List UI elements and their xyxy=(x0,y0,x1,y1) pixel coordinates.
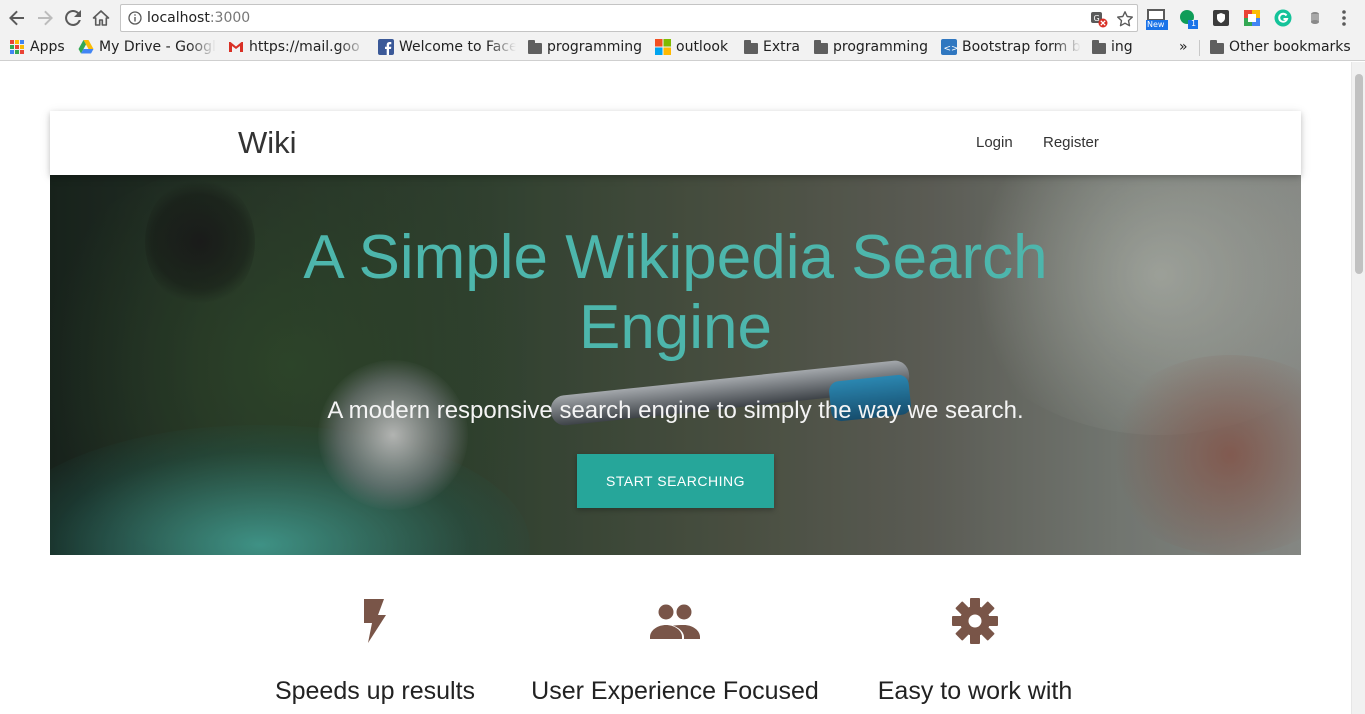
chat-count-badge: 1 xyxy=(1191,19,1197,28)
bookmark-label: Welcome to Face xyxy=(399,39,516,55)
bookmark-bootstrap-form[interactable]: <> Bootstrap form b xyxy=(941,37,1081,57)
bookmark-gmail[interactable]: https://mail.goo xyxy=(228,37,366,57)
folder-icon xyxy=(814,39,828,54)
bookmark-label: Apps xyxy=(30,39,65,55)
reload-button[interactable] xyxy=(62,7,84,29)
hero-subtitle: A modern responsive search engine to sim… xyxy=(327,397,1024,424)
brand-logo[interactable]: Wiki xyxy=(238,125,297,161)
google-drive-icon xyxy=(78,40,94,54)
hero-title: A Simple Wikipedia Search Engine xyxy=(303,223,1048,362)
url-text: localhost:3000 xyxy=(147,10,250,26)
register-link[interactable]: Register xyxy=(1043,134,1099,151)
bookmark-label: ing xyxy=(1111,39,1133,55)
colorful-extension-button[interactable] xyxy=(1242,8,1262,28)
folder-icon xyxy=(528,39,542,54)
shield-extension-button[interactable] xyxy=(1211,8,1231,28)
page-scrollbar[interactable] xyxy=(1351,62,1365,714)
gmail-icon xyxy=(229,42,243,52)
bookmark-folder-programming-2[interactable]: programming xyxy=(814,37,932,57)
svg-text:<>: <> xyxy=(944,44,958,54)
bookmark-label: programming xyxy=(547,39,643,55)
bootstrap-icon: <> xyxy=(941,39,957,55)
grey-extension-button[interactable] xyxy=(1305,8,1325,28)
url-port: :3000 xyxy=(209,10,251,26)
address-bar[interactable]: localhost:3000 G xyxy=(120,4,1138,32)
more-vertical-icon xyxy=(1342,10,1346,26)
url-host: localhost xyxy=(147,10,210,26)
info-icon[interactable] xyxy=(128,11,142,25)
bookmark-outlook[interactable]: outlook xyxy=(655,37,735,57)
page-viewport: Wiki Login Register A Simple Wikipedia S… xyxy=(0,62,1351,714)
feature-speed: Speeds up results xyxy=(225,597,525,705)
bookmark-label: outlook xyxy=(676,39,729,55)
microsoft-icon xyxy=(655,39,671,55)
flash-icon xyxy=(364,599,386,643)
browser-toolbar: localhost:3000 G New 1 xyxy=(0,0,1365,35)
login-link[interactable]: Login xyxy=(976,134,1013,151)
overflow-chevron: » xyxy=(1179,39,1188,55)
bookmark-label: https://mail.goo xyxy=(249,39,360,55)
bookmark-apps[interactable]: Apps xyxy=(9,37,69,57)
site-navbar: Wiki Login Register xyxy=(50,111,1301,175)
cylinder-icon xyxy=(1311,12,1319,24)
scrollbar-thumb[interactable] xyxy=(1355,74,1363,274)
facebook-icon xyxy=(378,39,394,55)
reload-icon xyxy=(65,9,81,26)
grammarly-icon xyxy=(1274,9,1292,27)
folder-icon xyxy=(1092,39,1106,54)
translate-blocked-icon[interactable]: G xyxy=(1090,10,1108,28)
bookmarks-divider xyxy=(1199,40,1200,56)
feature-user-experience: User Experience Focused xyxy=(525,597,825,705)
puzzle-icon xyxy=(1244,10,1260,26)
gear-icon xyxy=(952,598,998,644)
bookmark-label: programming xyxy=(833,39,929,55)
bookmark-facebook[interactable]: Welcome to Face xyxy=(378,37,516,57)
new-badge: New xyxy=(1147,20,1165,29)
bookmarks-overflow-button[interactable]: » xyxy=(1179,37,1193,57)
hero-banner: A Simple Wikipedia Search Engine A moder… xyxy=(50,175,1301,555)
apps-grid-icon xyxy=(10,40,24,54)
back-arrow-icon xyxy=(9,10,24,26)
feature-title: Speeds up results xyxy=(274,677,476,705)
bookmark-label: My Drive - Google xyxy=(99,39,216,55)
folder-icon xyxy=(744,39,758,54)
forward-arrow-icon xyxy=(38,10,53,26)
bookmark-my-drive[interactable]: My Drive - Google xyxy=(78,37,216,57)
forward-button[interactable] xyxy=(34,7,56,29)
home-button[interactable] xyxy=(90,7,112,29)
chat-bubble-icon xyxy=(1180,10,1198,29)
back-button[interactable] xyxy=(6,7,28,29)
other-bookmarks-folder[interactable]: Other bookmarks xyxy=(1210,37,1360,57)
chat-extension-button[interactable]: 1 xyxy=(1178,8,1198,29)
people-icon xyxy=(650,604,700,639)
new-extension-button[interactable]: New xyxy=(1145,7,1169,31)
folder-icon xyxy=(1210,39,1224,54)
bookmark-label: Bootstrap form b xyxy=(962,39,1081,55)
grammarly-extension-button[interactable] xyxy=(1273,8,1293,28)
start-searching-button[interactable]: START SEARCHING xyxy=(577,454,774,508)
browser-menu-button[interactable] xyxy=(1334,8,1354,28)
feature-title: Easy to work with xyxy=(877,677,1073,705)
other-bookmarks-label: Other bookmarks xyxy=(1229,39,1351,55)
bookmark-folder-ing[interactable]: ing xyxy=(1092,37,1152,57)
shield-icon xyxy=(1213,10,1229,26)
bookmark-folder-extra[interactable]: Extra xyxy=(744,37,806,57)
star-bookmark-icon[interactable] xyxy=(1116,10,1134,28)
feature-title: User Experience Focused xyxy=(531,677,819,705)
bookmark-folder-programming[interactable]: programming xyxy=(528,37,646,57)
home-icon xyxy=(92,10,110,26)
bookmarks-bar: Apps My Drive - Google https://mail.goo … xyxy=(0,35,1365,61)
feature-easy-to-use: Easy to work with xyxy=(825,597,1125,705)
bookmark-label: Extra xyxy=(763,39,800,55)
